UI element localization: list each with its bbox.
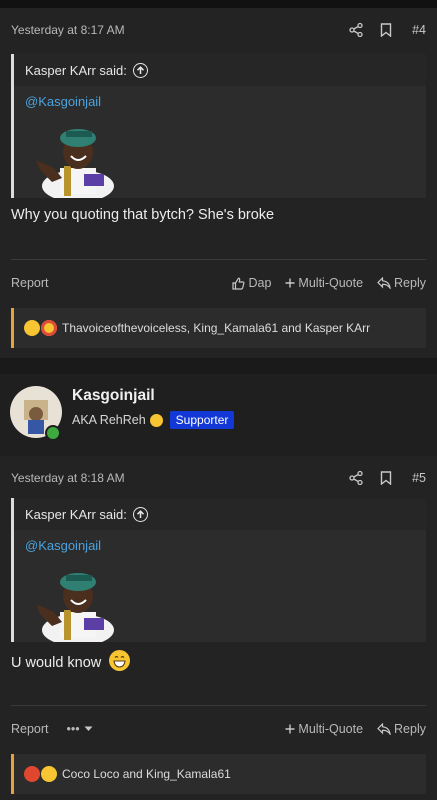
user-title-row: AKA RehReh Supporter	[72, 411, 235, 429]
quote-author[interactable]: Kasper KArr said:	[25, 63, 127, 78]
man-pointing-sticker	[36, 129, 114, 198]
grinning-emoji-icon	[109, 650, 131, 671]
reply-label: Reply	[394, 722, 426, 736]
post-message: Why you quoting that bytch? She's broke	[11, 207, 275, 223]
reply-button[interactable]: Reply	[377, 722, 426, 736]
quote-header[interactable]: Kasper KArr said:	[14, 498, 426, 530]
dap-button[interactable]: Dap	[232, 276, 271, 290]
reply-icon	[377, 277, 391, 289]
post-4: Yesterday at 8:17 AM #4 Kasper KArr said…	[0, 8, 437, 358]
reactions-text[interactable]: Coco Loco and King_Kamala61	[62, 767, 231, 781]
rofl-emoji-icon	[24, 320, 40, 336]
post-message: U would know	[11, 650, 131, 671]
post-date[interactable]: Yesterday at 8:18 AM	[11, 471, 340, 485]
man-pointing-sticker	[36, 573, 114, 642]
plus-icon	[285, 724, 295, 734]
post-meta-bar: Yesterday at 8:17 AM #4	[0, 8, 437, 52]
more-label: •••	[66, 722, 80, 736]
divider	[11, 705, 426, 706]
plus-icon	[285, 278, 295, 288]
post-number[interactable]: #5	[412, 471, 426, 485]
bookmark-icon[interactable]	[372, 467, 400, 489]
multi-quote-button[interactable]: Multi-Quote	[285, 276, 363, 290]
top-divider	[0, 0, 437, 8]
online-status-icon	[45, 425, 61, 441]
arrow-up-circle-icon[interactable]	[132, 506, 148, 522]
quote-header[interactable]: Kasper KArr said:	[14, 54, 426, 86]
user-mention[interactable]: @Kasgoinjail	[25, 538, 101, 553]
thumbs-up-icon	[232, 277, 245, 290]
user-mention[interactable]: @Kasgoinjail	[25, 94, 101, 109]
author-pointer	[32, 446, 50, 455]
quote-block: Kasper KArr said: @Kasgoinjail	[11, 54, 426, 198]
reply-button[interactable]: Reply	[377, 276, 426, 290]
reactions-bar[interactable]: Coco Loco and King_Kamala61	[11, 754, 426, 794]
report-button[interactable]: Report	[11, 276, 218, 290]
cool-emoji-icon	[149, 413, 163, 427]
reply-label: Reply	[394, 276, 426, 290]
username[interactable]: Kasgoinjail	[72, 387, 155, 405]
reply-icon	[377, 723, 391, 735]
share-icon[interactable]	[342, 467, 370, 489]
angry-emoji-icon	[24, 766, 40, 782]
post-number[interactable]: #4	[412, 23, 426, 37]
share-icon[interactable]	[342, 19, 370, 41]
rofl-emoji-icon	[41, 766, 57, 782]
multi-quote-label: Multi-Quote	[298, 722, 364, 736]
multi-quote-button[interactable]: Multi-Quote	[285, 722, 363, 736]
quote-body: @Kasgoinjail	[14, 86, 426, 198]
post-actions: Report ••• Multi-Quote Reply	[0, 713, 437, 745]
more-options-button[interactable]: •••	[67, 722, 272, 736]
supporter-badge: Supporter	[169, 411, 235, 429]
quote-body: @Kasgoinjail	[14, 530, 426, 642]
bookmark-icon[interactable]	[372, 19, 400, 41]
star-struck-emoji-icon	[41, 320, 57, 336]
arrow-up-circle-icon[interactable]	[132, 62, 148, 78]
author-block: Kasgoinjail AKA RehReh Supporter	[0, 374, 437, 456]
chevron-down-icon	[84, 726, 93, 731]
user-title: AKA RehReh	[72, 413, 146, 427]
dap-label: Dap	[248, 276, 272, 290]
report-button[interactable]: Report	[11, 722, 49, 736]
post-meta-bar: Yesterday at 8:18 AM #5	[0, 456, 437, 500]
reactions-bar[interactable]: Thavoiceofthevoiceless, King_Kamala61 an…	[11, 308, 426, 348]
divider	[11, 259, 426, 260]
post-date[interactable]: Yesterday at 8:17 AM	[11, 23, 340, 37]
post-actions: Report Dap Multi-Quote Reply	[0, 267, 437, 299]
multi-quote-label: Multi-Quote	[298, 276, 364, 290]
quote-block: Kasper KArr said: @Kasgoinjail	[11, 498, 426, 642]
post-5: Yesterday at 8:18 AM #5 Kasper KArr said…	[0, 456, 437, 800]
reactions-text[interactable]: Thavoiceofthevoiceless, King_Kamala61 an…	[62, 321, 370, 335]
quote-author[interactable]: Kasper KArr said:	[25, 507, 127, 522]
